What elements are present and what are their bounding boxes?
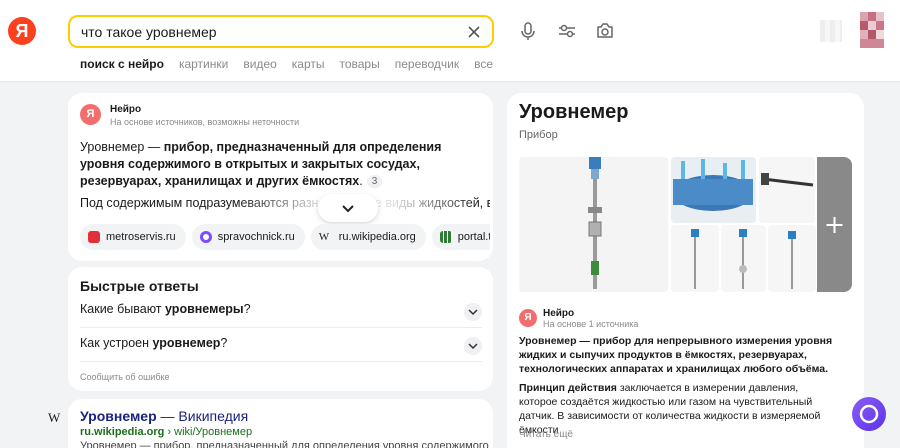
chevron-down-icon <box>342 205 354 213</box>
result-snippet: Уровнемер — прибор, предназначенный для … <box>80 440 489 448</box>
entity-title: Уровнемер <box>519 101 629 123</box>
expand-button[interactable] <box>318 194 378 222</box>
rod-sensor-image[interactable] <box>768 225 816 292</box>
knowledge-panel: Уровнемер Прибор Я Нейро На основе 1 ист… <box>507 93 864 448</box>
header: Я поиск с нейро картинки видео карты тов… <box>0 0 900 82</box>
tab-video[interactable]: видео <box>243 57 276 71</box>
neuro-answer-card: Я Нейро На основе источников, возможны н… <box>68 93 493 261</box>
quick-answer-item[interactable]: Какие бывают уровнемеры? <box>80 302 482 324</box>
neuro-logo-icon: Я <box>519 309 537 327</box>
wikipedia-icon: W <box>318 231 330 243</box>
tab-all[interactable]: все <box>474 57 493 71</box>
quick-answers-title: Быстрые ответы <box>80 278 199 294</box>
sensor-image[interactable] <box>671 225 719 292</box>
alice-assistant-button[interactable] <box>852 397 886 431</box>
search-input[interactable] <box>81 23 461 41</box>
read-more-link[interactable]: Читать ещё <box>519 429 573 440</box>
chevron-down-icon <box>464 337 482 355</box>
float-sensor-image[interactable] <box>721 225 766 292</box>
neuro-logo-icon: Я <box>80 104 101 125</box>
quick-answer-item[interactable]: Как устроен уровнемер? <box>80 336 482 358</box>
divider <box>80 361 482 362</box>
tab-products[interactable]: товары <box>339 57 379 71</box>
neuro-subtitle: На основе источников, возможны неточност… <box>110 117 300 127</box>
source-chip[interactable]: metroservis.ru <box>80 224 186 250</box>
entity-subtitle: Прибор <box>519 129 558 141</box>
source-chips: metroservis.ru spravochnick.ru Wru.wikiped… <box>80 224 490 250</box>
neuro-answer-text: Уровнемер — прибор, предназначенный для … <box>80 140 442 188</box>
report-error-link[interactable]: Сообщить об ошибке <box>80 372 170 382</box>
filters-icon[interactable] <box>556 20 578 42</box>
wikipedia-favicon-icon: W <box>48 410 61 425</box>
metroservis-icon <box>88 231 100 243</box>
chevron-down-icon <box>464 303 482 321</box>
neuro-name: Нейро <box>543 308 575 319</box>
tab-neuro-search[interactable]: поиск с нейро <box>80 57 164 71</box>
tab-images[interactable]: картинки <box>179 57 228 71</box>
blurred-button[interactable] <box>820 20 842 42</box>
quick-answers-card: Быстрые ответы Какие бывают уровнемеры? … <box>68 267 493 391</box>
probe-image[interactable] <box>759 157 815 223</box>
level-gauge-image[interactable] <box>519 157 668 292</box>
divider <box>80 327 482 328</box>
spravochnick-icon <box>199 231 212 243</box>
tpu-icon <box>439 231 452 243</box>
microphone-icon[interactable] <box>517 20 539 42</box>
citation-badge[interactable]: 3 <box>366 175 383 188</box>
clear-icon[interactable] <box>465 23 483 41</box>
more-images-button[interactable] <box>817 157 852 292</box>
tab-maps[interactable]: карты <box>292 57 325 71</box>
result-url[interactable]: ru.wikipedia.org › wiki/Уровнемер <box>80 426 252 438</box>
tank-sensors-image[interactable] <box>671 157 756 223</box>
search-tabs: поиск с нейро картинки видео карты товар… <box>80 57 508 71</box>
neuro-name: Нейро <box>110 104 142 115</box>
source-chip[interactable]: portal.tpu <box>431 224 490 250</box>
search-box[interactable] <box>68 15 494 48</box>
result-title-link[interactable]: Уровнемер — Википедия <box>80 408 248 424</box>
yandex-logo[interactable]: Я <box>8 17 36 45</box>
avatar[interactable] <box>860 12 884 48</box>
source-chip[interactable]: Wru.wikipedia.org <box>310 224 426 250</box>
alice-icon <box>859 404 879 424</box>
plus-icon <box>826 217 843 233</box>
search-result: Уровнемер — Википедия ru.wikipedia.org ›… <box>68 399 493 448</box>
entity-description: Уровнемер — прибор для непрерывного изме… <box>519 335 833 375</box>
neuro-subtitle: На основе 1 источника <box>543 319 639 329</box>
tab-translator[interactable]: переводчик <box>395 57 459 71</box>
source-chip[interactable]: spravochnick.ru <box>191 224 305 250</box>
camera-search-icon[interactable] <box>594 20 616 42</box>
